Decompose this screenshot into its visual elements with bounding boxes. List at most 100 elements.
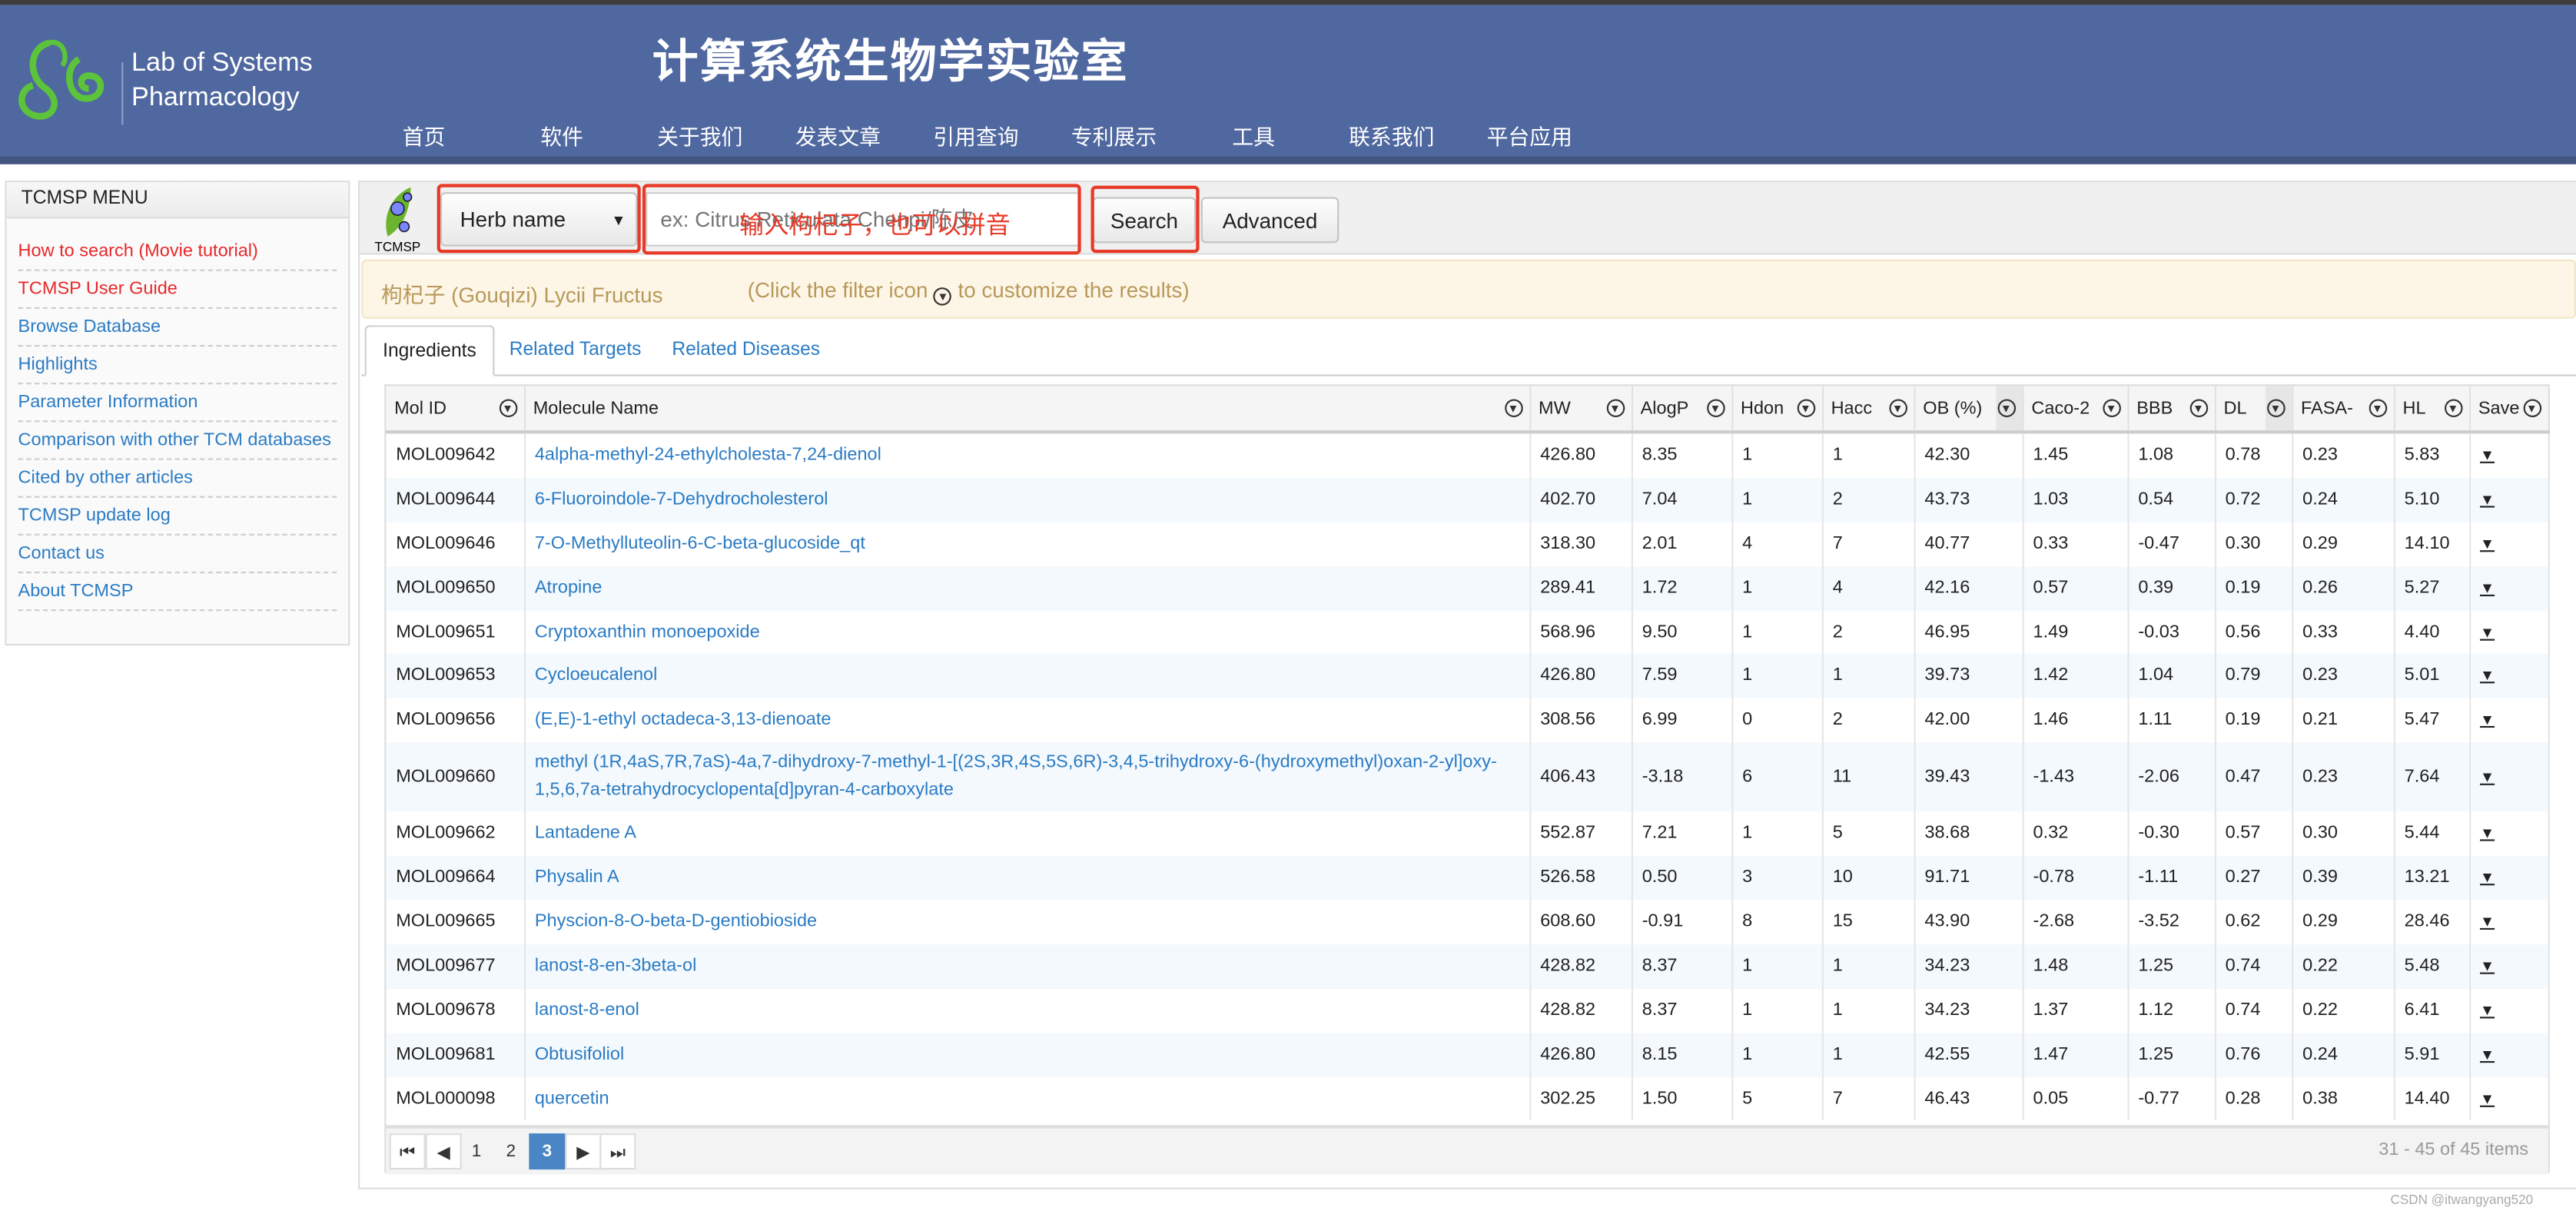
sidebar-item[interactable]: Browse Database (18, 309, 337, 347)
molecule-name-link[interactable]: 6-Fluoroindole-7-Dehydrocholesterol (523, 477, 1531, 522)
column-filter-icon[interactable]: ▼ (2368, 399, 2387, 418)
column-filter-icon[interactable]: ▼ (2102, 399, 2120, 418)
value-cell: 5 (1821, 811, 1915, 857)
page-3-button[interactable]: 3 (529, 1133, 566, 1170)
sidebar-item[interactable]: Cited by other articles (18, 460, 337, 498)
value-cell: 1 (1731, 610, 1823, 655)
column-filter-icon[interactable]: ▼ (1605, 399, 1625, 418)
molecule-name-link[interactable]: (E,E)-1-ethyl octadeca-3,13-dienoate (523, 698, 1531, 743)
column-header[interactable]: MW ▼ (1529, 386, 1632, 434)
save-download-icon[interactable]: ▼ (2469, 900, 2549, 945)
value-cell: 0.38 (2292, 1076, 2395, 1121)
pagination: ⏮ ◀ 1 2 3 ▶ ⏭ 31 - 45 of 45 items (386, 1125, 2548, 1175)
value-cell: 4.40 (2393, 610, 2471, 655)
molecule-name-link[interactable]: 7-O-Methylluteolin-6-C-beta-glucoside_qt (523, 522, 1531, 566)
tab-related-targets[interactable]: Related Targets (493, 325, 658, 373)
page-2-button[interactable]: 2 (493, 1133, 529, 1169)
molecule-name-link[interactable]: Lantadene A (523, 811, 1531, 857)
molecule-name-link[interactable]: lanost-8-enol (523, 988, 1531, 1033)
save-download-icon[interactable]: ▼ (2469, 432, 2549, 478)
molecule-name-link[interactable]: methyl (1R,4aS,7R,7aS)-4a,7-dihydroxy-7-… (523, 742, 1531, 812)
column-header[interactable]: Caco-2 ▼ (2022, 386, 2129, 434)
nav-patents[interactable]: 专利展示 (1071, 120, 1157, 151)
column-header[interactable]: FASA- ▼ (2292, 386, 2395, 434)
prev-page-button[interactable]: ◀ (425, 1133, 462, 1170)
last-page-button[interactable]: ⏭ (599, 1133, 636, 1170)
column-filter-icon[interactable]: ▼ (498, 399, 517, 418)
nav-citations[interactable]: 引用查询 (933, 120, 1018, 151)
save-download-icon[interactable]: ▼ (2469, 522, 2549, 566)
nav-contact[interactable]: 联系我们 (1349, 120, 1434, 151)
first-page-button[interactable]: ⏮ (389, 1133, 426, 1170)
nav-publications[interactable]: 发表文章 (795, 120, 881, 151)
column-header[interactable]: Save ▼ (2469, 386, 2549, 434)
nav-home[interactable]: 首页 (403, 120, 446, 151)
save-download-icon[interactable]: ▼ (2469, 856, 2549, 901)
molecule-name-link[interactable]: Obtusifoliol (523, 1033, 1531, 1077)
molecule-name-link[interactable]: lanost-8-en-3beta-ol (523, 944, 1531, 989)
column-header[interactable]: Hdon ▼ (1731, 386, 1823, 434)
column-filter-icon[interactable]: ▼ (1796, 399, 1815, 418)
column-header[interactable]: OB (%) ▼ (1914, 386, 2023, 434)
save-download-icon[interactable]: ▼ (2469, 566, 2549, 611)
sidebar-item[interactable]: How to search (Movie tutorial) (18, 234, 337, 271)
advanced-button[interactable]: Advanced (1200, 197, 1339, 244)
column-header[interactable]: BBB ▼ (2127, 386, 2216, 434)
save-download-icon[interactable]: ▼ (2469, 1076, 2549, 1121)
save-download-icon[interactable]: ▼ (2469, 944, 2549, 989)
column-filter-icon[interactable]: ▼ (2522, 399, 2541, 418)
molecule-name-link[interactable]: Cycloeucalenol (523, 654, 1531, 699)
column-header[interactable]: AlogP ▼ (1631, 386, 1733, 434)
search-type-select[interactable]: Herb name ▼ (440, 192, 638, 247)
save-download-icon[interactable]: ▼ (2469, 742, 2549, 812)
column-header[interactable]: Hacc ▼ (1821, 386, 1915, 434)
sidebar-item[interactable]: About TCMSP (18, 573, 337, 612)
search-button[interactable]: Search (1092, 197, 1197, 244)
column-header[interactable]: Molecule Name ▼ (523, 386, 1531, 434)
column-filter-icon[interactable]: ▼ (1706, 399, 1725, 418)
tab-related-diseases[interactable]: Related Diseases (656, 325, 836, 373)
value-cell: 5.47 (2393, 698, 2471, 743)
column-filter-icon[interactable]: ▼ (1997, 399, 2016, 418)
molecule-name-link[interactable]: Physcion-8-O-beta-D-gentiobioside (523, 900, 1531, 945)
next-page-button[interactable]: ▶ (565, 1133, 602, 1170)
column-label: Mol ID (394, 398, 447, 419)
save-download-icon[interactable]: ▼ (2469, 1033, 2549, 1077)
nav-about[interactable]: 关于我们 (657, 120, 742, 151)
column-filter-icon[interactable]: ▼ (2443, 399, 2462, 418)
nav-platform[interactable]: 平台应用 (1487, 120, 1572, 151)
column-header[interactable]: DL ▼ (2214, 386, 2293, 434)
molecule-name-link[interactable]: quercetin (523, 1076, 1531, 1121)
page-1-button[interactable]: 1 (458, 1133, 494, 1169)
column-filter-icon[interactable]: ▼ (2189, 399, 2208, 418)
value-cell: 14.40 (2393, 1076, 2471, 1121)
sidebar-item[interactable]: Parameter Information (18, 384, 337, 423)
save-download-icon[interactable]: ▼ (2469, 477, 2549, 522)
molecule-name-link[interactable]: Atropine (523, 566, 1531, 611)
molecule-name-link[interactable]: Cryptoxanthin monoepoxide (523, 610, 1531, 655)
column-header[interactable]: HL ▼ (2393, 386, 2471, 434)
sidebar-item[interactable]: TCMSP User Guide (18, 271, 337, 309)
column-filter-icon[interactable]: ▼ (2266, 399, 2285, 418)
sidebar-item[interactable]: Highlights (18, 347, 337, 385)
column-filter-icon[interactable]: ▼ (1504, 399, 1522, 418)
mol-id-cell: MOL009677 (386, 944, 526, 989)
value-cell: 1 (1821, 1033, 1915, 1077)
save-download-icon[interactable]: ▼ (2469, 654, 2549, 699)
sidebar-item[interactable]: TCMSP update log (18, 498, 337, 536)
nav-software[interactable]: 软件 (540, 120, 583, 151)
molecule-name-link[interactable]: 4alpha-methyl-24-ethylcholesta-7,24-dien… (523, 432, 1531, 478)
mol-id-cell: MOL009681 (386, 1033, 526, 1077)
sidebar-item[interactable]: Contact us (18, 536, 337, 574)
nav-tools[interactable]: 工具 (1232, 120, 1275, 151)
save-download-icon[interactable]: ▼ (2469, 610, 2549, 655)
save-download-icon[interactable]: ▼ (2469, 811, 2549, 857)
save-download-icon[interactable]: ▼ (2469, 698, 2549, 743)
sidebar-item[interactable]: Comparison with other TCM databases (18, 422, 337, 460)
molecule-name-link[interactable]: Physalin A (523, 856, 1531, 901)
save-download-icon[interactable]: ▼ (2469, 988, 2549, 1033)
value-cell: 1 (1731, 1033, 1823, 1077)
column-header[interactable]: Mol ID ▼ (386, 386, 526, 434)
column-filter-icon[interactable]: ▼ (1888, 399, 1907, 418)
tab-ingredients[interactable]: Ingredients (364, 325, 495, 376)
